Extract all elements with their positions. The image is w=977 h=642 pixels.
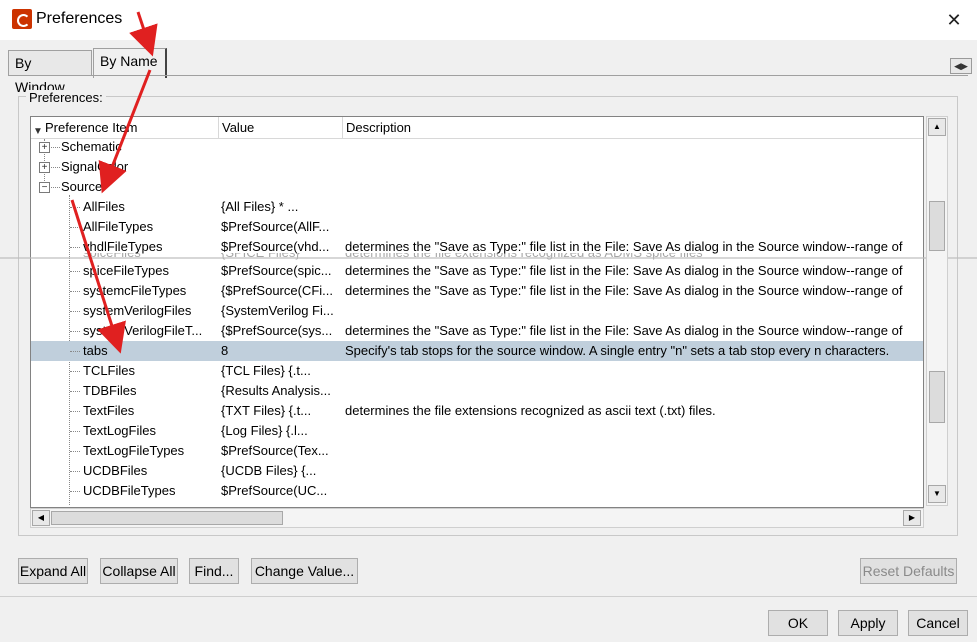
- vertical-scrollbar[interactable]: ▲ ▼: [926, 116, 948, 506]
- app-logo-icon: [12, 9, 32, 29]
- apply-button[interactable]: Apply: [838, 610, 898, 636]
- footer-divider: [0, 596, 977, 597]
- column-header-preference-item[interactable]: ▼ Preference Item: [31, 117, 219, 139]
- table-row[interactable]: UCDBFiles {UCDB Files} {...: [31, 461, 923, 481]
- find-button[interactable]: Find...: [189, 558, 239, 584]
- scroll-left-icon[interactable]: ◀: [32, 510, 50, 526]
- table-row[interactable]: AllFiles {All Files} * ...: [31, 197, 923, 217]
- table-row[interactable]: systemcFileTypes {$PrefSource(CFi... det…: [31, 281, 923, 301]
- title-bar: Preferences ✕: [0, 0, 977, 40]
- window-title: Preferences: [36, 10, 123, 27]
- tree-category-schematic[interactable]: + Schematic: [31, 137, 923, 157]
- table-row-selected[interactable]: tabs 8 Specify's tab stops for the sourc…: [31, 341, 923, 361]
- horizontal-scroll-thumb[interactable]: [51, 511, 283, 525]
- expand-all-button[interactable]: Expand All: [18, 558, 88, 584]
- scroll-thumb[interactable]: [929, 371, 945, 423]
- change-value-button[interactable]: Change Value...: [251, 558, 358, 584]
- tab-scroll-arrows-icon[interactable]: ◀▶: [950, 58, 972, 74]
- collapse-minus-icon[interactable]: −: [39, 182, 50, 193]
- table-row[interactable]: TextLogFiles {Log Files} {.l...: [31, 421, 923, 441]
- scroll-right-icon[interactable]: ▶: [903, 510, 921, 526]
- table-row[interactable]: TCLFiles {TCL Files} {.t...: [31, 361, 923, 381]
- close-button[interactable]: ✕: [938, 6, 970, 34]
- preferences-group-label: Preferences:: [26, 90, 106, 105]
- table-row[interactable]: systemVerilogFileT... {$PrefSource(sys..…: [31, 321, 923, 341]
- preferences-tree-table[interactable]: ▼ Preference Item Value Description + Sc…: [30, 116, 924, 508]
- table-row[interactable]: systemVerilogFiles {SystemVerilog Fi...: [31, 301, 923, 321]
- horizontal-scrollbar[interactable]: ◀ ▶: [30, 508, 924, 528]
- table-row[interactable]: TextFiles {TXT Files} {.t... determines …: [31, 401, 923, 421]
- ok-button[interactable]: OK: [768, 610, 828, 636]
- tab-divider: [8, 75, 968, 76]
- tab-by-window[interactable]: By Window: [8, 50, 92, 95]
- column-header-description[interactable]: Description: [343, 117, 923, 139]
- column-header-value[interactable]: Value: [219, 117, 343, 139]
- tab-strip: By Window By Name ◀▶: [0, 40, 977, 95]
- reset-defaults-button[interactable]: Reset Defaults: [860, 558, 957, 584]
- tab-by-name[interactable]: By Name: [93, 48, 167, 78]
- table-row[interactable]: spiceFileTypes $PrefSource(spic... deter…: [31, 261, 923, 281]
- table-row[interactable]: TDBFiles {Results Analysis...: [31, 381, 923, 401]
- table-row[interactable]: AllFileTypes $PrefSource(AllF...: [31, 217, 923, 237]
- expand-plus-icon[interactable]: +: [39, 162, 50, 173]
- expand-plus-icon[interactable]: +: [39, 142, 50, 153]
- cancel-button[interactable]: Cancel: [908, 610, 968, 636]
- tree-category-source[interactable]: − Source: [31, 177, 923, 197]
- table-header: ▼ Preference Item Value Description: [31, 117, 923, 139]
- screenshot-seam-divider: [0, 257, 977, 259]
- scroll-thumb[interactable]: [929, 201, 945, 251]
- tree-category-signalcolor[interactable]: + SignalColor: [31, 157, 923, 177]
- table-row[interactable]: UCDBFileTypes $PrefSource(UC...: [31, 481, 923, 501]
- collapse-all-button[interactable]: Collapse All: [100, 558, 178, 584]
- scroll-up-icon[interactable]: ▲: [928, 118, 946, 136]
- table-row[interactable]: TextLogFileTypes $PrefSource(Tex...: [31, 441, 923, 461]
- scroll-down-icon[interactable]: ▼: [928, 485, 946, 503]
